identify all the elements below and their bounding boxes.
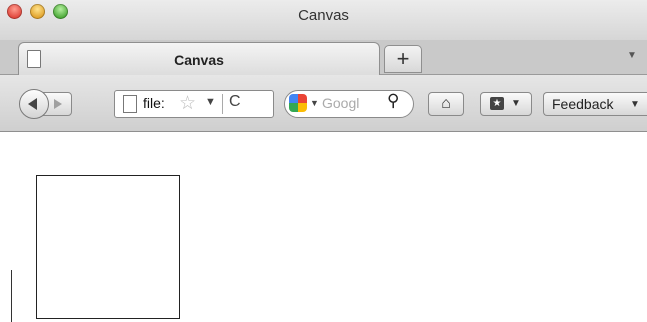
feedback-button[interactable]: Feedback ▼ xyxy=(543,92,647,116)
bookmarks-button[interactable]: ★ ▼ xyxy=(480,92,532,116)
bookmarks-dropdown-icon[interactable]: ▼ xyxy=(511,98,521,109)
tab-canvas[interactable]: Canvas xyxy=(18,42,380,76)
back-button[interactable] xyxy=(19,89,49,119)
url-divider xyxy=(222,94,223,114)
search-bar[interactable]: ▼ Googl ⚲ xyxy=(284,90,414,118)
home-button[interactable]: ⌂ xyxy=(428,92,464,116)
canvas-element xyxy=(36,175,180,319)
url-bar[interactable]: file: ☆ ▼ C xyxy=(114,90,274,118)
reload-icon[interactable]: C xyxy=(229,93,241,111)
feedback-dropdown-icon: ▼ xyxy=(630,99,640,110)
forward-arrow-icon xyxy=(54,99,62,109)
google-icon[interactable] xyxy=(289,94,307,112)
url-input[interactable]: file: xyxy=(143,95,165,111)
search-input[interactable]: Googl xyxy=(322,95,359,111)
window-title: Canvas xyxy=(298,7,349,24)
search-icon[interactable]: ⚲ xyxy=(387,91,399,111)
url-history-dropdown-icon[interactable]: ▼ xyxy=(205,96,216,108)
back-arrow-icon xyxy=(28,98,37,110)
star-icon[interactable]: ☆ xyxy=(179,92,196,115)
page-icon xyxy=(123,95,137,113)
content-edge-line xyxy=(11,270,12,322)
tab-list-menu-icon[interactable]: ▼ xyxy=(627,50,637,61)
feedback-label: Feedback xyxy=(552,96,614,112)
search-engine-dropdown-icon[interactable]: ▼ xyxy=(310,98,319,108)
window-titlebar: Canvas xyxy=(0,0,647,40)
bookmarks-icon: ★ xyxy=(490,97,504,110)
tab-label: Canvas xyxy=(174,52,224,68)
home-icon: ⌂ xyxy=(441,95,451,112)
new-tab-button[interactable]: + xyxy=(384,45,422,73)
